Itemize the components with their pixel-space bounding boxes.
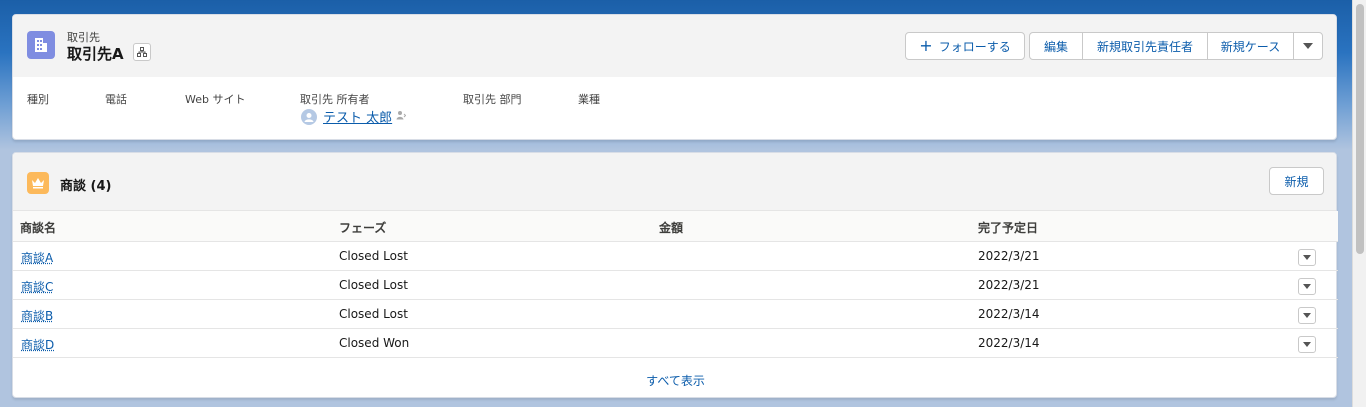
page-scrollbar[interactable] bbox=[1352, 0, 1366, 407]
related-list-header: 商談 (4) 新規 bbox=[13, 153, 1336, 211]
new-contact-button[interactable]: 新規取引先責任者 bbox=[1082, 32, 1208, 60]
row-actions-button[interactable] bbox=[1298, 249, 1316, 266]
plus-icon: + bbox=[919, 36, 933, 55]
opportunity-name-link[interactable]: 商談D bbox=[21, 336, 54, 353]
chevron-down-icon bbox=[1303, 255, 1311, 260]
field-label-phone: 電話 bbox=[105, 93, 127, 106]
view-all-link[interactable]: すべて表示 bbox=[13, 372, 1338, 389]
field-label-owner: 取引先 所有者 bbox=[300, 93, 370, 106]
record-title: 取引先A bbox=[67, 45, 124, 63]
new-case-button[interactable]: 新規ケース bbox=[1207, 32, 1294, 60]
close-date-cell: 2022/3/14 bbox=[978, 307, 1040, 321]
close-date-cell: 2022/3/21 bbox=[978, 249, 1040, 263]
table-row: 商談B Closed Lost 2022/3/14 bbox=[13, 300, 1338, 329]
row-actions-button[interactable] bbox=[1298, 307, 1316, 324]
table-row: 商談C Closed Lost 2022/3/21 bbox=[13, 271, 1338, 300]
row-actions-button[interactable] bbox=[1298, 278, 1316, 295]
table-header-row: 商談名 フェーズ 金額 完了予定日 bbox=[13, 211, 1338, 242]
opportunities-table: 商談名 フェーズ 金額 完了予定日 商談A Closed Lost 2022/3… bbox=[13, 211, 1338, 358]
stage-cell: Closed Won bbox=[339, 336, 410, 350]
opportunity-name-link[interactable]: 商談A bbox=[21, 249, 53, 266]
table-row: 商談D Closed Won 2022/3/14 bbox=[13, 329, 1338, 358]
scrollbar-thumb[interactable] bbox=[1356, 4, 1364, 254]
opportunity-name-link[interactable]: 商談C bbox=[21, 278, 53, 295]
field-label-industry: 業種 bbox=[578, 93, 600, 106]
opportunities-related-list: 商談 (4) 新規 商談名 フェーズ 金額 完了予定日 商談A Closed L… bbox=[12, 152, 1338, 398]
field-label-type: 種別 bbox=[27, 93, 49, 106]
follow-label: フォローする bbox=[938, 39, 1011, 54]
owner-link[interactable]: テスト 太郎 bbox=[323, 107, 392, 126]
stage-cell: Closed Lost bbox=[339, 278, 408, 292]
view-hierarchy-button[interactable] bbox=[133, 43, 151, 61]
column-header-name[interactable]: 商談名 bbox=[20, 219, 56, 236]
owner-field-value: テスト 太郎 bbox=[301, 107, 407, 126]
opportunity-crown-icon bbox=[27, 172, 49, 194]
stage-cell: Closed Lost bbox=[339, 249, 408, 263]
follow-button[interactable]: + フォローする bbox=[905, 32, 1025, 60]
column-header-amount[interactable]: 金額 bbox=[659, 219, 683, 236]
table-row: 商談A Closed Lost 2022/3/21 bbox=[13, 242, 1338, 271]
hierarchy-icon bbox=[137, 47, 147, 57]
chevron-down-icon bbox=[1303, 284, 1311, 289]
chevron-down-icon bbox=[1303, 342, 1311, 347]
chevron-down-icon bbox=[1303, 43, 1313, 49]
stage-cell: Closed Lost bbox=[339, 307, 408, 321]
related-list-title[interactable]: 商談 (4) bbox=[60, 175, 111, 194]
chevron-down-icon bbox=[1303, 313, 1311, 318]
account-icon bbox=[27, 31, 55, 59]
close-date-cell: 2022/3/14 bbox=[978, 336, 1040, 350]
record-highlights-panel: 取引先 取引先A + フォローする 編集 新規取引先責任者 新規ケース 種別 電… bbox=[12, 14, 1337, 140]
close-date-cell: 2022/3/21 bbox=[978, 278, 1040, 292]
highlights-fields: 種別 電話 Web サイト 取引先 所有者 取引先 部門 業種 テスト 太郎 bbox=[13, 77, 1336, 141]
opportunity-name-link[interactable]: 商談B bbox=[21, 307, 53, 324]
highlights-header: 取引先 取引先A + フォローする 編集 新規取引先責任者 新規ケース bbox=[13, 15, 1336, 77]
edit-button[interactable]: 編集 bbox=[1029, 32, 1083, 60]
field-label-division: 取引先 部門 bbox=[463, 93, 522, 106]
field-label-website: Web サイト bbox=[185, 93, 246, 106]
column-header-stage[interactable]: フェーズ bbox=[339, 219, 386, 236]
user-avatar-icon bbox=[301, 108, 317, 125]
new-opportunity-button[interactable]: 新規 bbox=[1269, 167, 1324, 195]
row-actions-button[interactable] bbox=[1298, 336, 1316, 353]
more-actions-button[interactable] bbox=[1293, 32, 1323, 60]
column-header-close-date[interactable]: 完了予定日 bbox=[978, 219, 1038, 236]
change-owner-icon[interactable] bbox=[396, 109, 407, 124]
